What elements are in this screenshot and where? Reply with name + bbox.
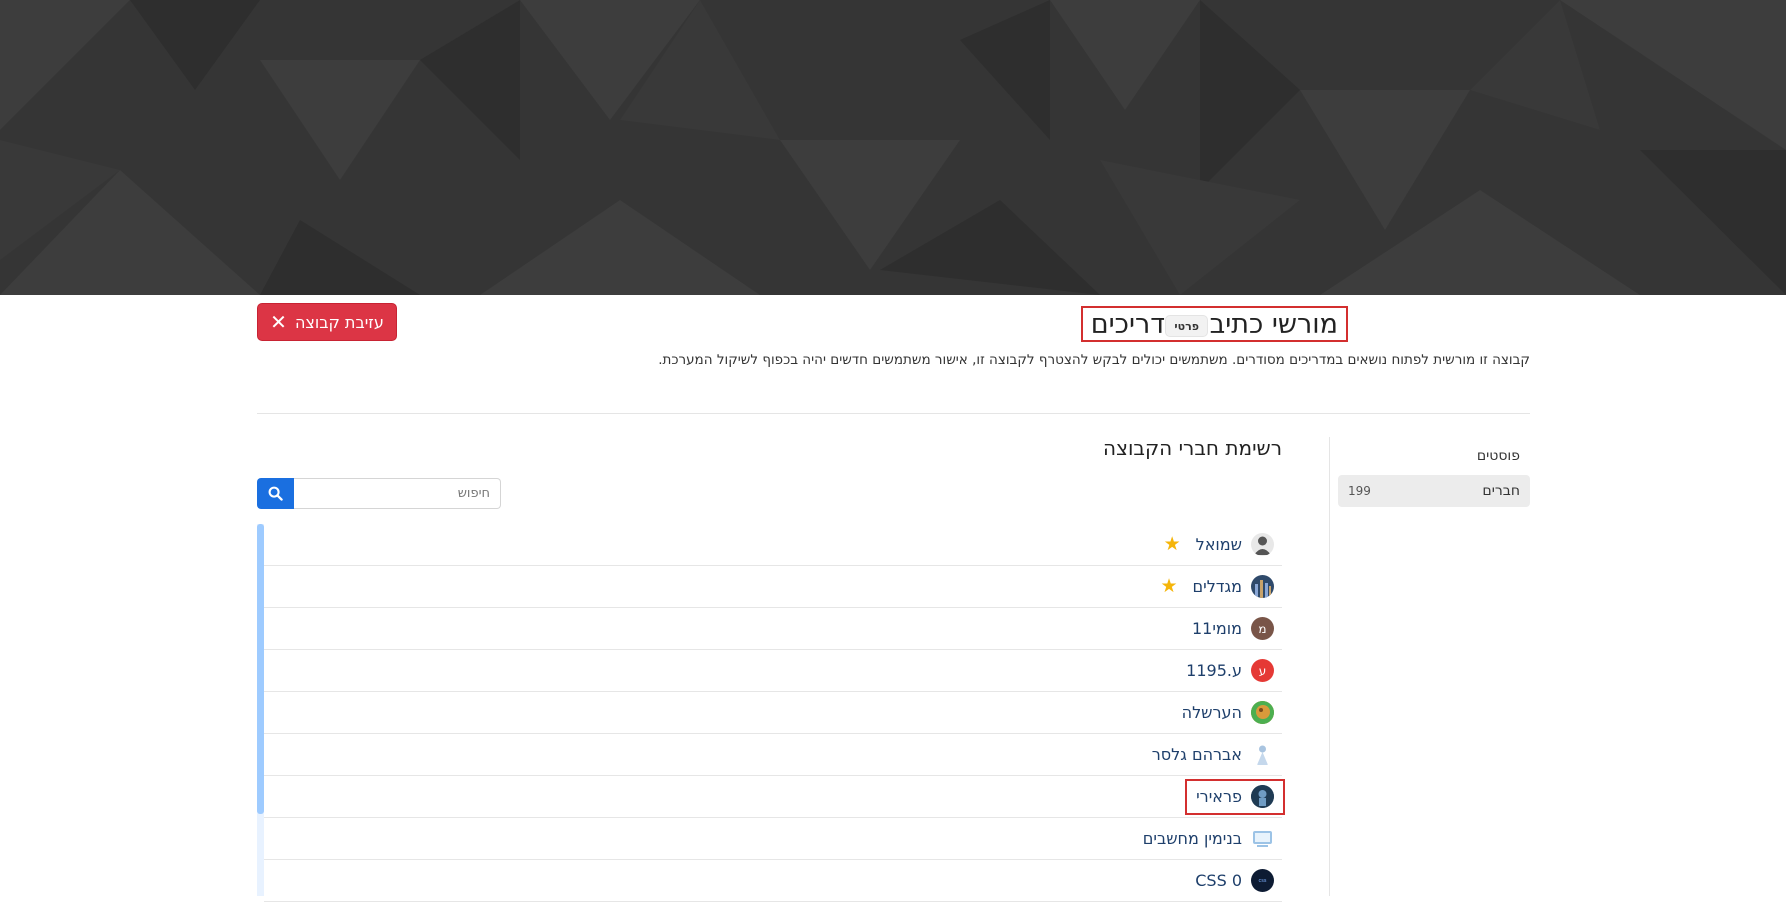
header-divider <box>257 413 1530 414</box>
members-count: 199 <box>1348 484 1371 498</box>
member-row[interactable]: הערשלה <box>264 692 1282 734</box>
group-description: קבוצה זו מורשית לפתוח נושאים במדריכים מס… <box>658 352 1530 368</box>
sidebar-item-posts[interactable]: פוסטים <box>1338 440 1530 472</box>
leave-group-label: עזיבת קבוצה <box>294 312 384 332</box>
sidebar-item-label: חברים <box>1482 483 1520 499</box>
member-name[interactable]: שמואל <box>1196 535 1242 554</box>
member-name[interactable]: מגדלים <box>1193 577 1242 596</box>
cover-pattern <box>0 0 1786 295</box>
sidebar-item-label: פוסטים <box>1476 448 1520 464</box>
sidebar-divider <box>1329 437 1330 896</box>
avatar <box>1251 743 1274 766</box>
star-icon: ★ <box>1160 575 1178 597</box>
avatar <box>1251 785 1274 808</box>
member-name[interactable]: מומי11 <box>1192 619 1242 638</box>
avatar <box>1251 701 1274 724</box>
avatar: css <box>1251 869 1274 892</box>
members-list-title: רשימת חברי הקבוצה <box>1103 436 1282 460</box>
member-row[interactable]: מגדלים ★ <box>264 566 1282 608</box>
avatar <box>1251 827 1274 850</box>
avatar <box>1251 533 1274 556</box>
avatar: מ <box>1251 617 1274 640</box>
sidebar-item-members[interactable]: חברים 199 <box>1338 475 1530 507</box>
member-list: שמואל ★ מגדלים ★ מ מומי11 ע ע.1195 הערשל… <box>264 524 1285 902</box>
group-title-text: מורשי כתיבת מדריכים <box>1090 308 1338 340</box>
member-name[interactable]: הערשלה <box>1182 703 1242 722</box>
avatar <box>1251 575 1274 598</box>
leave-group-button[interactable]: עזיבת קבוצה ✕ <box>257 303 397 341</box>
member-name[interactable]: אברהם גלסר <box>1152 745 1242 764</box>
search-button[interactable] <box>257 478 294 509</box>
member-row[interactable]: מ מומי11 <box>264 608 1282 650</box>
member-name[interactable]: ע.1195 <box>1186 661 1242 680</box>
member-row[interactable]: ע ע.1195 <box>264 650 1282 692</box>
search-input[interactable] <box>294 478 501 509</box>
member-row[interactable]: שמואל ★ <box>264 524 1282 566</box>
member-row[interactable]: בנימין מחשבים <box>264 818 1282 860</box>
star-icon: ★ <box>1163 533 1181 555</box>
member-name[interactable]: פראירי <box>1196 787 1242 806</box>
group-title: מורשי כתיבת מדריכים <box>1080 306 1348 342</box>
search-icon <box>268 486 283 501</box>
member-name[interactable]: בנימין מחשבים <box>1143 829 1242 848</box>
member-row[interactable]: פראירי <box>264 776 1285 818</box>
member-name[interactable]: CSS 0 <box>1195 871 1242 890</box>
group-sidebar-nav: פוסטים חברים 199 <box>1338 440 1530 510</box>
close-icon: ✕ <box>270 310 287 334</box>
privacy-badge: פרטי <box>1165 315 1208 337</box>
member-row[interactable]: אברהם גלסר <box>264 734 1282 776</box>
avatar: ע <box>1251 659 1274 682</box>
cover-banner <box>0 0 1786 295</box>
scrollbar-thumb[interactable] <box>257 524 264 814</box>
member-search <box>257 478 501 509</box>
